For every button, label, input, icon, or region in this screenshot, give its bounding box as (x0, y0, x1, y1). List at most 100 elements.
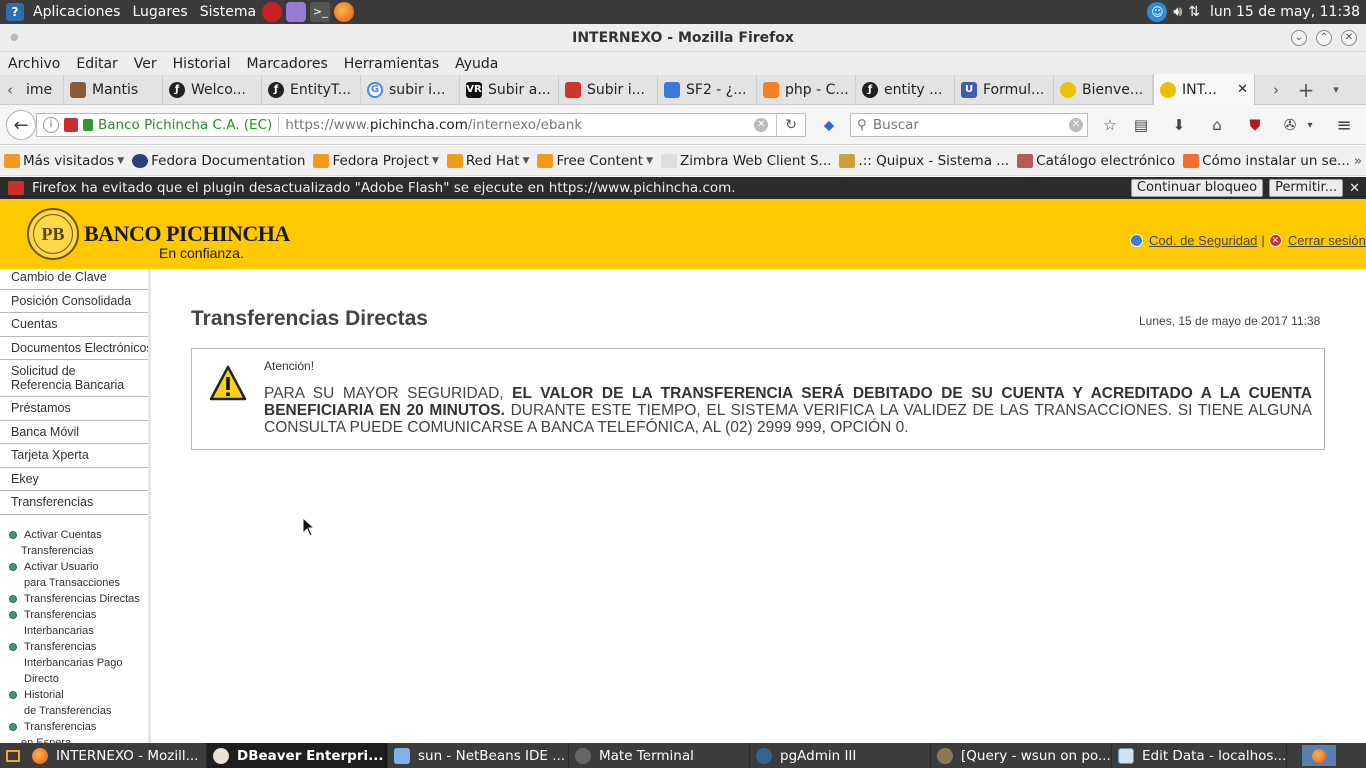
logout-link[interactable]: Cerrar sesión (1288, 233, 1366, 248)
close-tab-icon[interactable]: ✕ (1237, 82, 1248, 97)
bookmark-quipux[interactable]: .:: Quipux - Sistema ... (835, 153, 1013, 169)
tab-sf2[interactable]: SF2 - ¿... (658, 74, 757, 105)
site-identity[interactable]: Banco Pichincha C.A. (EC) (98, 117, 272, 133)
bookmark-fedora-project[interactable]: Fedora Project ▼ (309, 153, 442, 169)
tab-entity[interactable]: ƒ entity ... (856, 74, 955, 105)
url-bar[interactable]: i Banco Pichincha C.A. (EC) https://www.… (36, 113, 806, 137)
bookmark-free-content[interactable]: Free Content ▼ (533, 153, 657, 169)
subitem-activar-cuentas[interactable]: Activar Cuentas Transferencias (0, 527, 148, 559)
addon-dropdown-icon[interactable]: ▾ (1300, 115, 1320, 135)
launcher-terminal-icon[interactable]: >_ (310, 2, 331, 22)
bookmark-star-icon[interactable]: ☆ (1100, 115, 1120, 135)
back-button[interactable]: ← (6, 110, 36, 140)
subitem-interbancarias[interactable]: Transferencias Interbancarias (0, 607, 148, 639)
scroll-tabs-right-icon[interactable]: › (1261, 75, 1291, 105)
launcher-files-icon[interactable] (286, 2, 307, 22)
task-terminal[interactable]: Mate Terminal (569, 743, 750, 768)
more-bookmarks-icon[interactable]: » (1354, 153, 1362, 169)
sidebar-item-documentos[interactable]: Documentos Electrónicos (0, 337, 148, 360)
menu-ver[interactable]: Ver (126, 56, 165, 72)
scroll-tabs-left-icon[interactable]: ‹ (0, 75, 20, 105)
close-notification-icon[interactable]: ✕ (1349, 181, 1360, 196)
tab-internexo[interactable]: INT... ✕ (1153, 74, 1255, 105)
clear-url-icon[interactable]: ✕ (754, 118, 769, 132)
tab-subir-vr[interactable]: VR Subir a... (460, 74, 559, 105)
bookmark-red-hat[interactable]: Red Hat ▼ (443, 153, 534, 169)
tab-mantis[interactable]: Mantis (64, 74, 163, 105)
menu-historial[interactable]: Historial (165, 56, 239, 72)
menu-marcadores[interactable]: Marcadores (239, 56, 336, 72)
sidebar-item-transferencias[interactable]: Transferencias (0, 491, 148, 515)
subitem-interbancarias-pago-directo[interactable]: Transferencias Interbancarias Pago Directo (0, 639, 148, 687)
allow-plugin-button[interactable]: Permitir... (1269, 179, 1344, 197)
reload-icon[interactable]: ↻ (785, 117, 797, 133)
sidebar-item-tarjeta[interactable]: Tarjeta Xperta (0, 444, 148, 468)
tab-entitytype[interactable]: ƒ EntityT... (262, 74, 361, 105)
sidebar-item-prestamos[interactable]: Préstamos (0, 397, 148, 421)
task-firefox[interactable]: INTERNEXO - Mozill... (26, 743, 207, 768)
task-dbeaver[interactable]: DBeaver Enterpri... (207, 743, 388, 768)
task-editdata[interactable]: Edit Data - localhos... (1112, 743, 1287, 768)
network-icon[interactable]: ⇅ (1188, 4, 1200, 20)
menu-lugares[interactable]: Lugares (126, 0, 193, 24)
continue-blocking-button[interactable]: Continuar bloqueo (1130, 179, 1264, 197)
tab-php[interactable]: php - C... (757, 74, 856, 105)
tab-welcome[interactable]: ƒ Welco... (163, 74, 262, 105)
menu-herramientas[interactable]: Herramientas (336, 56, 447, 72)
minimize-button[interactable]: ⌄ (1291, 30, 1307, 46)
launcher-firefox-icon[interactable] (334, 2, 355, 22)
subitem-activar-usuario[interactable]: Activar Usuario para Transacciones (0, 559, 148, 591)
plugin-blocked-icon[interactable] (64, 118, 78, 132)
clock[interactable]: lun 15 de may, 11:38 (1206, 4, 1364, 20)
volume-icon[interactable]: 🔊︎ (1173, 4, 1182, 20)
home-icon[interactable]: ⌂ (1207, 115, 1227, 135)
close-window-button[interactable]: ✕ (1341, 30, 1357, 46)
menu-archivo[interactable]: Archivo (0, 56, 68, 72)
maximize-button[interactable]: ⌃ (1316, 30, 1332, 46)
task-netbeans[interactable]: sun - NetBeans IDE ... (388, 743, 569, 768)
menu-sistema[interactable]: Sistema (194, 0, 262, 24)
window-menu-icon[interactable]: ● (10, 24, 19, 52)
task-query[interactable]: [Query - wsun on po... (931, 743, 1112, 768)
bookmark-catalogo[interactable]: Catálogo electrónico (1013, 153, 1179, 169)
subitem-historial[interactable]: Historial de Transferencias (0, 687, 148, 719)
tab-partial[interactable]: ime (20, 74, 64, 105)
search-bar[interactable]: ⚲ Buscar ✕ (850, 113, 1088, 137)
clear-search-icon[interactable]: ✕ (1069, 118, 1083, 132)
security-code-link[interactable]: Cod. de Seguridad (1149, 233, 1257, 248)
addon-icon[interactable]: ✇ (1280, 115, 1300, 135)
ublock-icon[interactable]: ⛊ (1245, 115, 1265, 135)
bookmark-zimbra[interactable]: Zimbra Web Client S... (657, 153, 835, 169)
menu-editar[interactable]: Editar (68, 56, 125, 72)
bank-logo-icon[interactable]: PB (27, 208, 79, 260)
accessibility-icon[interactable]: ☺ (1147, 2, 1168, 22)
tab-subir-book[interactable]: Subir i... (559, 74, 658, 105)
bookmark-mas-visitados[interactable]: Más visitados ▼ (0, 153, 128, 169)
sidebar-item-cuentas[interactable]: Cuentas (0, 313, 148, 337)
bookmark-como-instalar[interactable]: Cómo instalar un se... (1179, 153, 1354, 169)
info-icon[interactable]: i (43, 117, 59, 133)
bookmark-fedora-documentation[interactable]: Fedora Documentation (128, 153, 309, 169)
tab-formul[interactable]: U Formul... (955, 74, 1054, 105)
show-desktop-button[interactable] (0, 743, 26, 768)
new-tab-button[interactable]: + (1291, 75, 1321, 105)
sidebar-item-ekey[interactable]: Ekey (0, 468, 148, 491)
launcher-redhat-icon[interactable] (262, 2, 283, 22)
hamburger-menu-icon[interactable]: ≡ (1334, 115, 1354, 136)
downloads-icon[interactable]: ⬇ (1169, 115, 1189, 135)
tab-subir-google[interactable]: Gsubir i... (361, 74, 460, 105)
sidebar-item-cambio-clave[interactable]: Cambio de Clave (0, 269, 148, 290)
all-tabs-icon[interactable]: ▾ (1321, 75, 1351, 105)
subitem-en-espera[interactable]: Transferencias en Espera (0, 719, 148, 743)
apps-menu-icon[interactable]: ? (6, 3, 24, 21)
reading-list-icon[interactable]: ▤ (1131, 115, 1151, 135)
sidebar-item-posicion[interactable]: Posición Consolidada (0, 290, 148, 313)
sidebar-item-banca-movil[interactable]: Banca Móvil (0, 421, 148, 444)
extension-icon[interactable]: ⬥ (819, 115, 839, 135)
search-input[interactable]: Buscar (873, 117, 919, 133)
subitem-transferencias-directas[interactable]: Transferencias Directas (0, 591, 148, 607)
tab-bienvenido[interactable]: Bienve... (1054, 74, 1153, 105)
menu-aplicaciones[interactable]: Aplicaciones (27, 0, 126, 24)
task-pgadmin[interactable]: pgAdmin III (750, 743, 931, 768)
menu-ayuda[interactable]: Ayuda (447, 56, 506, 72)
